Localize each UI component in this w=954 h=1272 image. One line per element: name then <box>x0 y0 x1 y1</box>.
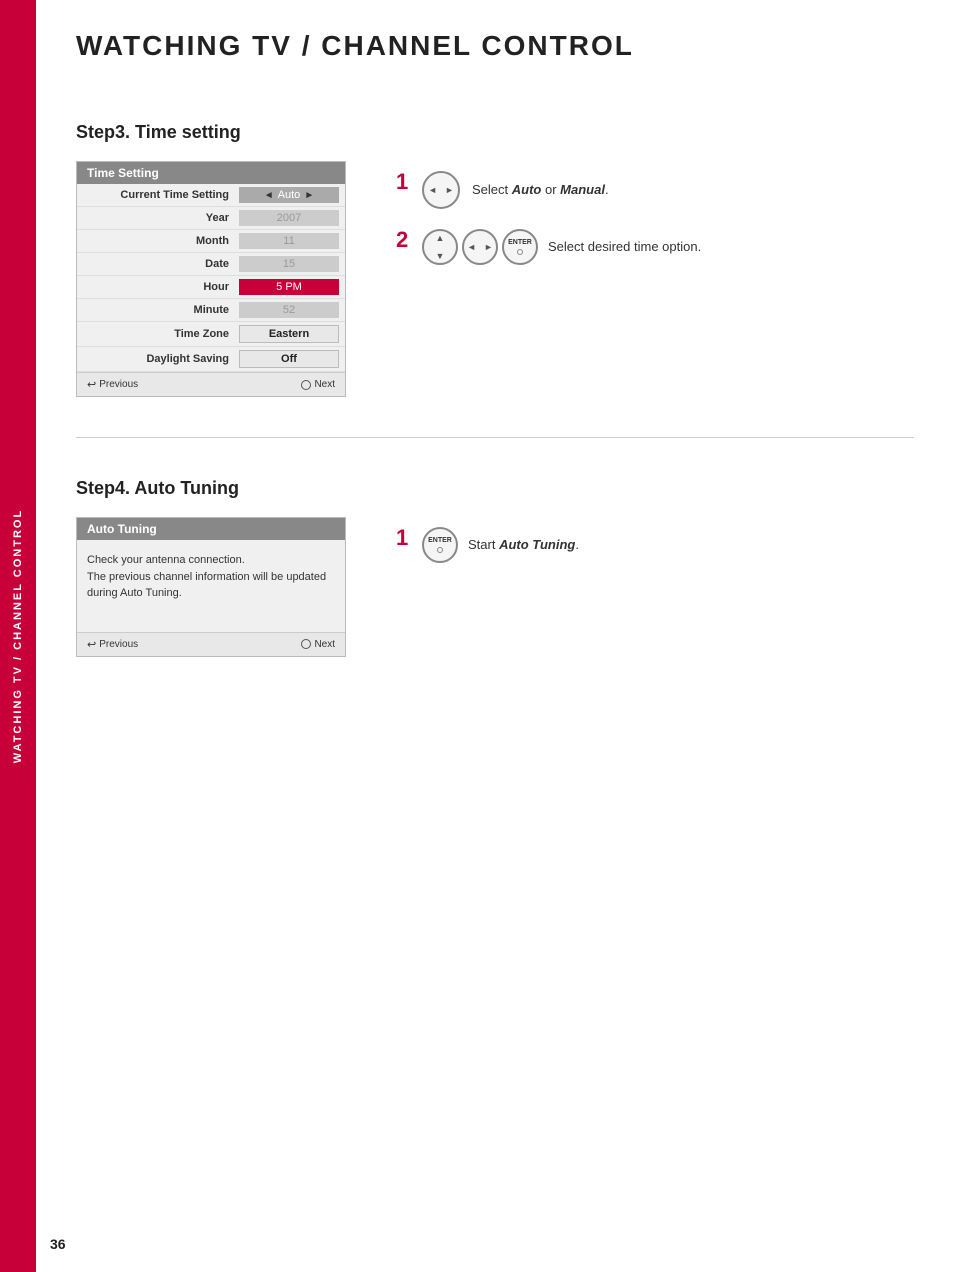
prev-label: Previous <box>99 379 138 390</box>
label-timezone: Time Zone <box>83 328 239 340</box>
down-arrow-icon: ▼ <box>436 251 445 261</box>
left-arrow-icon-2: ◄ <box>467 242 476 252</box>
row-minute: Minute 52 <box>77 299 345 322</box>
lr-nav-circle-2: ◄ ► <box>462 229 498 265</box>
value-hour: 5 PM <box>239 279 339 295</box>
step4-section: Step4. Auto Tuning Auto Tuning Check you… <box>76 478 914 657</box>
step4-next-button[interactable]: Next <box>301 639 335 650</box>
step3-instruction-2: 2 ▲ ▼ ◄ ► <box>396 229 914 265</box>
label-date: Date <box>83 258 239 270</box>
lr-nav-circle: ◄ ► <box>422 171 460 209</box>
row-month: Month 11 <box>77 230 345 253</box>
auto-tuning-line2: The previous channel information will be… <box>87 571 326 583</box>
step3-footer: ↩ Previous Next <box>77 372 345 396</box>
prev-button[interactable]: ↩ Previous <box>87 378 138 391</box>
label-daylight: Daylight Saving <box>83 353 239 365</box>
auto-tuning-line1: Check your antenna connection. <box>87 554 245 566</box>
step4-prev-label: Previous <box>99 639 138 650</box>
row-timezone: Time Zone Eastern <box>77 322 345 347</box>
step4-instruction-num-1: 1 <box>396 527 412 549</box>
step3-controls-2: ▲ ▼ ◄ ► ENTER <box>422 229 701 265</box>
step4-enter-dot <box>437 547 443 553</box>
step3-section: Step3. Time setting Time Setting Current… <box>76 122 914 397</box>
page-title: WATCHING TV / CHANNEL CONTROL <box>76 30 914 62</box>
step3-controls-1: ◄ ► Select Auto or Manual. <box>422 171 609 209</box>
instruction-num-1: 1 <box>396 171 412 193</box>
time-setting-title: Time Setting <box>77 162 345 184</box>
step4-footer: ↩ Previous Next <box>77 632 345 656</box>
next-button[interactable]: Next <box>301 379 335 390</box>
instruction-text-2: Select desired time option. <box>548 238 701 256</box>
enter-button: ENTER <box>502 229 538 265</box>
value-current-time: ◄ Auto ► <box>239 187 339 203</box>
auto-tuning-title: Auto Tuning <box>77 518 345 540</box>
return-icon: ↩ <box>87 378 96 391</box>
auto-tuning-line3: during Auto Tuning. <box>87 587 182 599</box>
value-date: 15 <box>239 256 339 272</box>
right-arrow-icon: ► <box>445 185 454 195</box>
step4-prev-button[interactable]: ↩ Previous <box>87 638 138 651</box>
up-arrow-icon: ▲ <box>436 233 445 243</box>
arrow-left-icon: ◄ <box>264 190 274 201</box>
next-icon <box>301 380 311 390</box>
label-year: Year <box>83 212 239 224</box>
ud-nav-circle: ▲ ▼ <box>422 229 458 265</box>
row-year: Year 2007 <box>77 207 345 230</box>
row-daylight: Daylight Saving Off <box>77 347 345 372</box>
value-year: 2007 <box>239 210 339 226</box>
auto-tuning-panel: Auto Tuning Check your antenna connectio… <box>76 517 346 657</box>
step4-instruction-text-1: Start Auto Tuning. <box>468 536 579 554</box>
label-hour: Hour <box>83 281 239 293</box>
value-daylight: Off <box>239 350 339 368</box>
step3-instructions: 1 ◄ ► Select Auto or Manual. <box>396 161 914 285</box>
page-number: 36 <box>50 1236 66 1252</box>
section-divider <box>76 437 914 438</box>
sidebar-label: WATCHING TV / CHANNEL CONTROL <box>0 0 36 1272</box>
row-date: Date 15 <box>77 253 345 276</box>
label-current-time: Current Time Setting <box>83 189 239 201</box>
value-month: 11 <box>239 233 339 249</box>
enter-label: ENTER <box>508 239 532 247</box>
value-timezone: Eastern <box>239 325 339 343</box>
label-minute: Minute <box>83 304 239 316</box>
step4-instructions: 1 ENTER Start Auto Tuning. <box>396 517 914 583</box>
label-month: Month <box>83 235 239 247</box>
value-minute: 52 <box>239 302 339 318</box>
next-label: Next <box>314 379 335 390</box>
left-arrow-icon: ◄ <box>428 185 437 195</box>
instruction-text-1: Select Auto or Manual. <box>472 181 609 199</box>
step4-enter-button: ENTER <box>422 527 458 563</box>
step4-instruction-1: 1 ENTER Start Auto Tuning. <box>396 527 914 563</box>
step3-instruction-1: 1 ◄ ► Select Auto or Manual. <box>396 171 914 209</box>
step4-next-icon <box>301 639 311 649</box>
auto-tuning-body: Check your antenna connection. The previ… <box>77 540 345 632</box>
step4-heading: Step4. Auto Tuning <box>76 478 914 499</box>
enter-dot <box>517 249 523 255</box>
row-current-time: Current Time Setting ◄ Auto ► <box>77 184 345 207</box>
arrow-right-icon: ► <box>304 190 314 201</box>
time-setting-panel: Time Setting Current Time Setting ◄ Auto… <box>76 161 346 397</box>
instruction-num-2: 2 <box>396 229 412 251</box>
step4-next-label: Next <box>314 639 335 650</box>
step3-heading: Step3. Time setting <box>76 122 914 143</box>
step4-enter-label: ENTER <box>428 537 452 545</box>
row-hour: Hour 5 PM <box>77 276 345 299</box>
right-arrow-icon-2: ► <box>484 242 493 252</box>
step4-return-icon: ↩ <box>87 638 96 651</box>
step4-controls-1: ENTER Start Auto Tuning. <box>422 527 579 563</box>
